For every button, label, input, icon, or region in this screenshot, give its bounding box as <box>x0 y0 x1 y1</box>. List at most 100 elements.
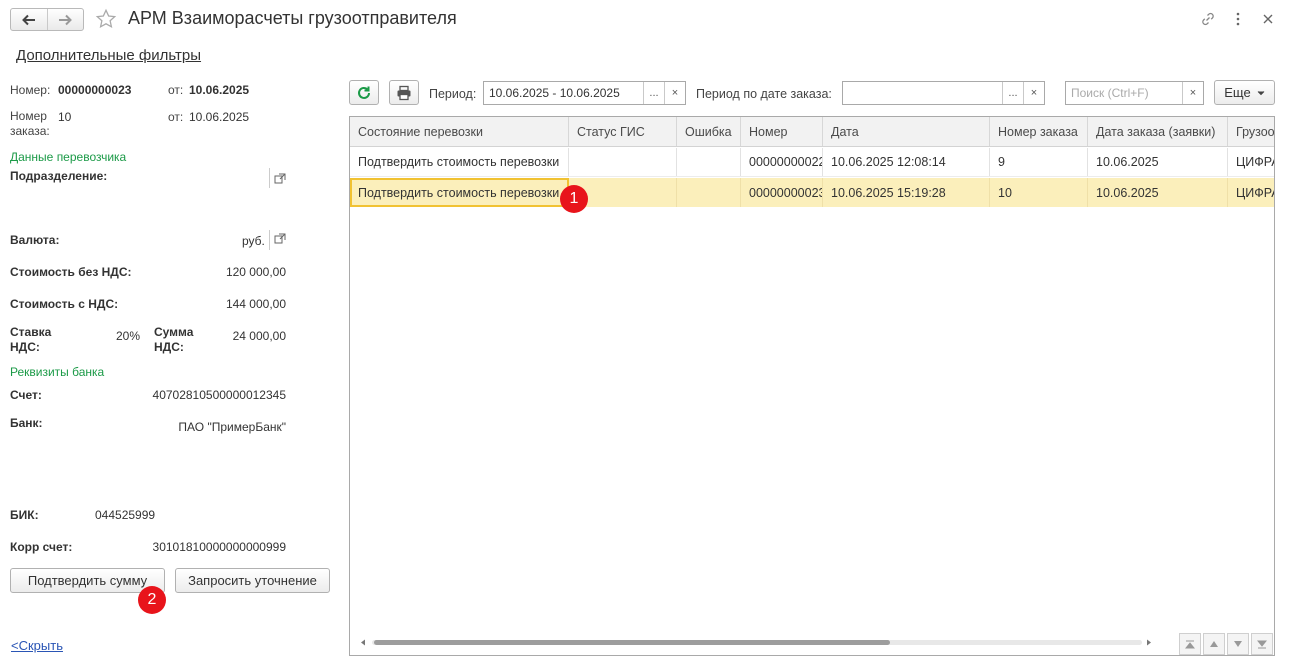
forward-button[interactable] <box>46 9 84 30</box>
scroll-last-button[interactable] <box>1251 633 1273 655</box>
chevron-down-icon <box>1257 90 1265 95</box>
table-cell: 10.06.2025 <box>1088 178 1228 207</box>
hide-panel-link[interactable]: <Скрыть <box>11 638 63 653</box>
table-cell: Подтвердить стоимость перевозки <box>350 178 569 207</box>
table-cell <box>569 148 677 176</box>
currency-divider <box>269 230 270 250</box>
vat-sum-value: 24 000,00 <box>232 329 286 343</box>
vat-rate-label-line2: НДС: <box>10 340 40 354</box>
link-icon[interactable] <box>1199 10 1217 28</box>
open-external-icon[interactable] <box>273 232 287 246</box>
back-button[interactable] <box>11 9 47 30</box>
order-value: 10 <box>58 110 72 124</box>
table-row[interactable]: Подтвердить стоимость перевозки 00000000… <box>350 148 1274 177</box>
period-value: 10.06.2025 - 10.06.2025 <box>489 86 620 100</box>
number-label: Номер: <box>10 83 51 97</box>
account-value: 40702810500000012345 <box>152 388 286 402</box>
account-label: Счет: <box>10 388 42 402</box>
corr-account-label: Корр счет: <box>10 540 73 554</box>
carrier-data-group: Данные перевозчика <box>10 150 127 164</box>
arrow-left-icon <box>21 14 35 25</box>
table-cell: 10.06.2025 12:08:14 <box>823 148 990 176</box>
order-period-field[interactable]: ... × <box>842 81 1045 105</box>
arrow-right-icon <box>59 14 73 25</box>
search-field[interactable]: Поиск (Ctrl+F) × <box>1065 81 1204 105</box>
cost-vat-value: 144 000,00 <box>225 297 286 311</box>
search-clear-button[interactable]: × <box>1182 82 1203 104</box>
scroll-right-icon[interactable] <box>1146 639 1152 646</box>
favorite-star-icon[interactable] <box>95 8 117 30</box>
column-header[interactable]: Ошибка <box>677 117 741 146</box>
column-header[interactable]: Грузоотправитель <box>1228 117 1274 146</box>
additional-filters-link[interactable]: Дополнительные фильтры <box>16 47 201 64</box>
table-cell: 00000000022 <box>741 148 823 176</box>
transport-table: Состояние перевозки Статус ГИС Ошибка Но… <box>349 116 1275 656</box>
order-period-select-button[interactable]: ... <box>1002 82 1023 104</box>
table-row-selected[interactable]: Подтвердить стоимость перевозки 00000000… <box>350 178 1274 207</box>
scroll-down-button[interactable] <box>1227 633 1249 655</box>
scroll-up-button[interactable] <box>1203 633 1225 655</box>
cost-no-vat-label: Стоимость без НДС: <box>10 265 132 279</box>
search-placeholder: Поиск (Ctrl+F) <box>1071 86 1149 100</box>
table-cell: 10.06.2025 15:19:28 <box>823 178 990 207</box>
table-cell: 00000000023 <box>741 178 823 207</box>
bank-label: Банк: <box>10 416 43 430</box>
table-header: Состояние перевозки Статус ГИС Ошибка Но… <box>350 117 1274 147</box>
horizontal-scrollbar[interactable] <box>360 638 1160 646</box>
printer-icon <box>397 85 411 100</box>
scroll-left-icon[interactable] <box>360 639 366 646</box>
vat-sum-label: Сумма <box>154 325 194 339</box>
order-period-clear-button[interactable]: × <box>1023 82 1044 104</box>
refresh-icon <box>358 86 370 99</box>
order-date-label: от: <box>168 110 184 124</box>
window-title: АРМ Взаиморасчеты грузоотправителя <box>128 8 457 28</box>
table-cell: ЦИФРА <box>1228 148 1274 176</box>
request-clarification-button[interactable]: Запросить уточнение <box>175 568 330 593</box>
column-header[interactable]: Номер <box>741 117 823 146</box>
table-cell: 10.06.2025 <box>1088 148 1228 176</box>
division-label: Подразделение: <box>10 169 108 183</box>
order-label: Номер <box>10 109 47 123</box>
table-cell <box>677 148 741 176</box>
column-header[interactable]: Номер заказа <box>990 117 1088 146</box>
triangle-up-icon <box>1210 641 1218 647</box>
more-actions-label: Еще <box>1224 85 1251 100</box>
column-header[interactable]: Состояние перевозки <box>350 117 569 146</box>
refresh-button[interactable] <box>349 80 379 105</box>
column-header[interactable]: Статус ГИС <box>569 117 677 146</box>
open-external-icon[interactable] <box>273 172 287 186</box>
order-period-label: Период по дате заказа: <box>696 87 832 101</box>
scroll-first-button[interactable] <box>1179 633 1201 655</box>
bank-details-group: Реквизиты банка <box>10 365 105 379</box>
period-label: Период: <box>429 87 477 101</box>
more-actions-button[interactable]: Еще <box>1214 80 1275 105</box>
scroll-thumb[interactable] <box>374 640 890 645</box>
last-page-icon <box>1257 640 1267 648</box>
more-vertical-icon[interactable] <box>1229 10 1247 28</box>
annotation-badge-2: 2 <box>138 586 166 614</box>
table-cell <box>677 178 741 207</box>
bik-label: БИК: <box>10 508 39 522</box>
vat-rate-value: 20% <box>115 329 140 343</box>
cost-vat-label: Стоимость с НДС: <box>10 297 119 311</box>
corr-account-value: 30101810000000000999 <box>152 540 286 554</box>
number-value: 00000000023 <box>58 83 132 97</box>
vat-sum-label-line2: НДС: <box>154 340 184 354</box>
number-date-value: 10.06.2025 <box>189 83 250 97</box>
period-clear-button[interactable]: × <box>664 82 685 104</box>
period-field[interactable]: 10.06.2025 - 10.06.2025 ... × <box>483 81 686 105</box>
close-icon[interactable] <box>1259 10 1277 28</box>
column-header[interactable]: Дата <box>823 117 990 146</box>
division-divider <box>269 168 270 188</box>
bik-value: 044525999 <box>95 508 156 522</box>
column-header[interactable]: Дата заказа (заявки) <box>1088 117 1228 146</box>
table-cell: ЦИФРА <box>1228 178 1274 207</box>
order-label-line2: заказа: <box>10 124 50 138</box>
triangle-down-icon <box>1234 641 1242 647</box>
table-cell: Подтвердить стоимость перевозки <box>350 148 569 176</box>
table-cell: 10 <box>990 178 1088 207</box>
period-select-button[interactable]: ... <box>643 82 664 104</box>
bank-value: ПАО "ПримерБанк" <box>178 420 286 434</box>
print-button[interactable] <box>389 80 419 105</box>
currency-label: Валюта: <box>10 233 60 247</box>
